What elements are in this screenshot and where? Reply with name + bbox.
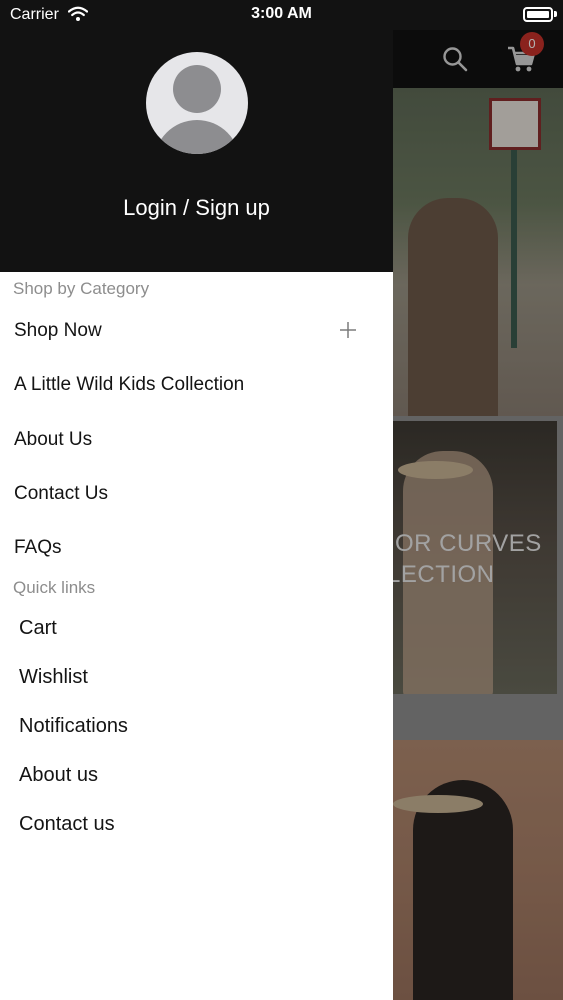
quick-link-about-us[interactable]: About us <box>19 764 359 787</box>
battery-tip <box>554 11 557 17</box>
shop-by-category-title: Shop by Category <box>13 279 150 298</box>
drawer-header: Login / Sign up <box>0 0 393 272</box>
quick-links-title: Quick links <box>13 578 96 597</box>
plus-icon[interactable] <box>339 321 357 339</box>
category-kids-collection[interactable]: A Little Wild Kids Collection <box>14 374 374 396</box>
avatar-body <box>154 120 240 154</box>
quick-link-notifications[interactable]: Notifications <box>19 715 359 738</box>
battery-icon <box>523 7 553 22</box>
category-shop-now[interactable]: Shop Now <box>14 320 374 342</box>
category-contact-us[interactable]: Contact Us <box>14 483 374 505</box>
navigation-drawer: Login / Sign up Shop by Category Shop No… <box>0 0 393 1000</box>
clock: 3:00 AM <box>251 5 312 22</box>
login-signup-link[interactable]: Login / Sign up <box>0 195 393 221</box>
avatar-head <box>173 65 221 113</box>
status-bar: Carrier 3:00 AM <box>0 0 563 30</box>
avatar-icon[interactable] <box>146 52 248 154</box>
category-faqs[interactable]: FAQs <box>14 537 374 559</box>
quick-link-cart[interactable]: Cart <box>19 617 359 640</box>
quick-link-wishlist[interactable]: Wishlist <box>19 666 359 689</box>
category-about-us[interactable]: About Us <box>14 429 374 451</box>
quick-link-contact-us[interactable]: Contact us <box>19 813 359 836</box>
